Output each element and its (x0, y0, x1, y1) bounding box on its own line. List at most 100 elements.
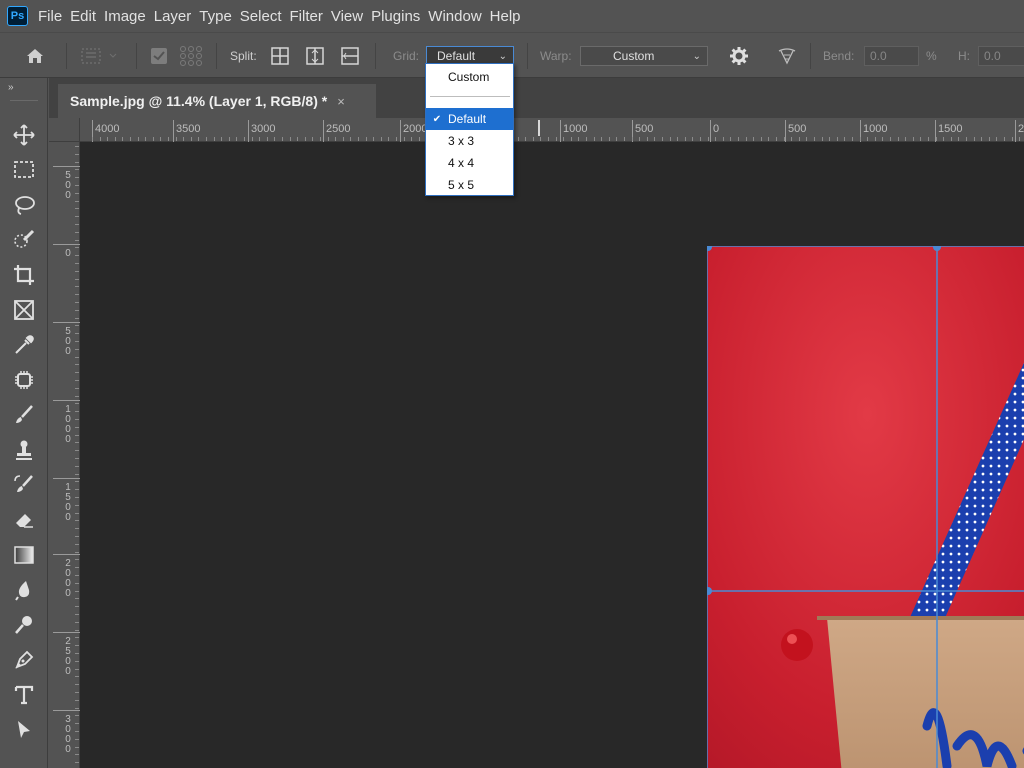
history-brush-icon (14, 475, 33, 492)
quick-selection-tool[interactable] (0, 223, 48, 257)
dodge-tool[interactable] (0, 608, 48, 642)
close-icon[interactable]: × (337, 94, 345, 109)
ruler-minor-tick (75, 489, 79, 490)
ruler-minor-tick (75, 146, 79, 147)
ruler-minor-tick (75, 466, 79, 467)
menu-select[interactable]: Select (240, 8, 290, 25)
control-points-button[interactable] (178, 33, 208, 79)
ruler-minor-tick (236, 137, 237, 141)
menu-help[interactable]: Help (490, 8, 529, 25)
lasso-icon (15, 196, 35, 215)
ruler-minor-tick (989, 137, 990, 141)
ruler-minor-tick (75, 536, 79, 537)
warp-select-value: Custom (613, 49, 655, 63)
ruler-minor-tick (75, 247, 79, 248)
ruler-minor-tick (75, 614, 79, 615)
crop-tool[interactable] (0, 258, 48, 292)
ruler-minor-tick (411, 137, 412, 141)
history-brush-tool[interactable] (0, 468, 48, 502)
menu-view[interactable]: View (331, 8, 371, 25)
ruler-minor-tick (822, 137, 823, 141)
ruler-minor-tick (75, 520, 79, 521)
split-crosswise-button[interactable] (270, 33, 290, 79)
marquee-tool[interactable] (0, 153, 48, 187)
warp-label: Warp: (540, 49, 572, 63)
eyedropper-tool[interactable] (0, 328, 48, 362)
ruler-minor-tick (75, 669, 79, 670)
ruler-major-tick (53, 478, 80, 479)
eraser-tool[interactable] (0, 503, 48, 537)
home-button[interactable] (24, 33, 46, 79)
change-warp-orientation-button[interactable] (776, 33, 798, 79)
ruler-minor-tick (373, 137, 374, 141)
menu-filter[interactable]: Filter (290, 8, 331, 25)
warp-select[interactable]: Custom ⌄ (580, 46, 708, 66)
ruler-minor-tick (75, 271, 79, 272)
grid-option-5x5[interactable]: 5 x 5 (426, 174, 513, 196)
ruler-minor-tick (974, 137, 975, 141)
ruler-minor-tick (75, 279, 79, 280)
brush-tool[interactable] (0, 398, 48, 432)
bend-input[interactable]: 0.0 (864, 46, 919, 66)
ruler-origin[interactable] (49, 118, 80, 142)
ruler-minor-tick (168, 137, 169, 141)
vertical-ruler[interactable]: 500 0 500 1000 1500 2000 2500 3000 (49, 142, 80, 768)
blur-tool[interactable] (0, 573, 48, 607)
ruler-minor-tick (75, 216, 79, 217)
path-selection-tool[interactable] (0, 713, 48, 747)
frame-tool[interactable] (0, 293, 48, 327)
show-grid-checkbox[interactable] (150, 33, 168, 79)
photoshop-logo[interactable]: Ps (7, 6, 28, 26)
menu-image[interactable]: Image (104, 8, 154, 25)
ruler-minor-tick (75, 357, 79, 358)
ruler-major-tick (560, 120, 561, 142)
document-image[interactable] (707, 246, 1024, 768)
ruler-minor-tick (75, 302, 79, 303)
lasso-tool[interactable] (0, 188, 48, 222)
grid-option-3x3[interactable]: 3 x 3 (426, 130, 513, 152)
transform-mode-button[interactable] (80, 33, 120, 79)
menu-type[interactable]: Type (199, 8, 240, 25)
ruler-minor-tick (75, 419, 79, 420)
ruler-minor-tick (75, 513, 79, 514)
chevron-down-icon: ⌄ (692, 50, 701, 62)
menu-file[interactable]: File (38, 8, 70, 25)
clone-stamp-tool[interactable] (0, 433, 48, 467)
grid-option-4x4[interactable]: 4 x 4 (426, 152, 513, 174)
document-tab[interactable]: Sample.jpg @ 11.4% (Layer 1, RGB/8) * × (58, 84, 376, 118)
spot-healing-tool[interactable] (0, 363, 48, 397)
ruler-major-tick (53, 166, 80, 167)
horizontal-ruler[interactable]: 4000 3500 3000 2500 2000 1000 500 0 500 1000 1500 2 (80, 118, 1024, 142)
ruler-tick-label: 500 (635, 123, 654, 135)
ruler-minor-tick (312, 137, 313, 141)
ruler-minor-tick (518, 137, 519, 141)
menu-edit[interactable]: Edit (70, 8, 104, 25)
pen-tool[interactable] (0, 643, 48, 677)
ruler-minor-tick (358, 137, 359, 141)
menu-window[interactable]: Window (428, 8, 489, 25)
h-label: H: (958, 49, 970, 63)
ruler-minor-tick (75, 310, 79, 311)
ruler-minor-tick (274, 137, 275, 141)
gradient-tool[interactable] (0, 538, 48, 572)
collapse-panel-icon[interactable]: » (8, 82, 14, 93)
grid-option-custom[interactable]: Custom (426, 66, 513, 88)
type-tool[interactable] (0, 678, 48, 712)
move-tool[interactable] (0, 118, 48, 152)
menu-layer[interactable]: Layer (154, 8, 200, 25)
ruler-minor-tick (708, 137, 709, 141)
grid-option-default[interactable]: ✔ Default (426, 108, 513, 130)
warp-settings-button[interactable] (728, 33, 750, 79)
ruler-minor-tick (130, 137, 131, 141)
ruler-minor-tick (981, 137, 982, 141)
ruler-tick-label: 4000 (95, 123, 120, 135)
menu-plugins[interactable]: Plugins (371, 8, 428, 25)
ruler-minor-tick (75, 754, 79, 755)
split-horizontal-button[interactable] (340, 33, 360, 79)
h-input[interactable]: 0.0 (978, 46, 1024, 66)
ruler-minor-tick (183, 137, 184, 141)
ruler-minor-tick (700, 137, 701, 141)
canvas-area[interactable] (80, 142, 1024, 768)
ruler-minor-tick (784, 137, 785, 141)
split-vertical-button[interactable] (305, 33, 325, 79)
